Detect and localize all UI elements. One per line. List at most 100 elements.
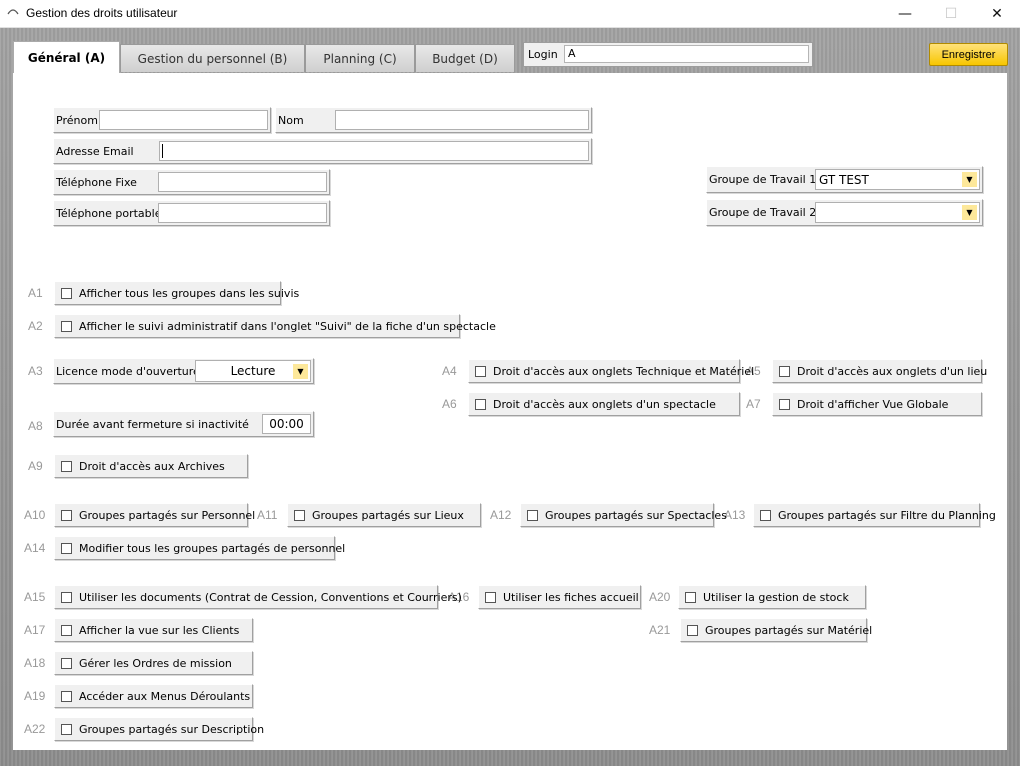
checkbox-box[interactable] — [61, 724, 72, 735]
checkbox-a17[interactable]: Afficher la vue sur les Clients — [54, 618, 253, 642]
checkbox-box[interactable] — [475, 366, 486, 377]
prenom-input[interactable] — [99, 110, 268, 130]
checkbox-label: Modifier tous les groupes partagés de pe… — [79, 541, 346, 555]
tel-fixe-field-group: Téléphone Fixe — [53, 169, 330, 195]
checkbox-label: Groupes partagés sur Lieux — [312, 508, 464, 522]
checkbox-a6[interactable]: Droit d'accès aux onglets d'un spectacle — [468, 392, 740, 416]
window-title: Gestion des droits utilisateur — [26, 6, 178, 20]
licence-label: Licence mode d'ouverture — [56, 364, 200, 378]
checkbox-a11[interactable]: Groupes partagés sur Lieux — [287, 503, 481, 527]
checkbox-label: Droit d'accès aux onglets d'un lieu — [797, 364, 988, 378]
checkbox-label: Utiliser la gestion de stock — [703, 590, 849, 604]
checkbox-box[interactable] — [294, 510, 305, 521]
code-a13: A13 — [724, 508, 746, 522]
checkbox-a5[interactable]: Droit d'accès aux onglets d'un lieu — [772, 359, 987, 383]
checkbox-a12[interactable]: Groupes partagés sur Spectacles — [520, 503, 727, 527]
checkbox-a4[interactable]: Droit d'accès aux onglets Technique et M… — [468, 359, 754, 383]
tab-planning[interactable]: Planning (C) — [305, 44, 415, 72]
checkbox-a21[interactable]: Groupes partagés sur Matériel — [680, 618, 872, 642]
groupe-travail-1-value: GT TEST — [819, 172, 869, 187]
checkbox-a15[interactable]: Utiliser les documents (Contrat de Cessi… — [54, 585, 462, 609]
code-a17: A17 — [24, 623, 46, 637]
checkbox-box[interactable] — [687, 625, 698, 636]
chevron-down-icon[interactable]: ▼ — [962, 172, 977, 187]
close-button[interactable]: ✕ — [974, 0, 1020, 27]
tab-general[interactable]: Général (A) — [13, 41, 120, 74]
checkbox-box[interactable] — [61, 592, 72, 603]
login-input[interactable]: A — [564, 45, 809, 63]
code-a9: A9 — [28, 459, 43, 473]
groupe-travail-2-label: Groupe de Travail 2 — [709, 206, 817, 219]
checkbox-label: Utiliser les documents (Contrat de Cessi… — [79, 590, 462, 604]
code-a22: A22 — [24, 722, 46, 736]
nom-input[interactable] — [335, 110, 589, 130]
prenom-field-group: Prénom — [53, 107, 271, 133]
checkbox-a20[interactable]: Utiliser la gestion de stock — [678, 585, 866, 609]
tel-portable-input[interactable] — [158, 203, 327, 223]
code-a18: A18 — [24, 656, 46, 670]
checkbox-label: Utiliser les fiches accueil — [503, 590, 639, 604]
groupe-travail-2-group: Groupe de Travail 2 ▼ — [706, 199, 983, 226]
checkbox-a16[interactable]: Utiliser les fiches accueil — [478, 585, 641, 609]
chevron-down-icon[interactable]: ▼ — [293, 364, 308, 379]
code-a11: A11 — [257, 508, 278, 522]
checkbox-box[interactable] — [779, 366, 790, 377]
tab-budget[interactable]: Budget (D) — [415, 44, 515, 72]
checkbox-a1[interactable]: Afficher tous les groupes dans les suivi… — [54, 281, 299, 305]
checkbox-box[interactable] — [61, 510, 72, 521]
checkbox-box[interactable] — [760, 510, 771, 521]
checkbox-a2[interactable]: Afficher le suivi administratif dans l'o… — [54, 314, 496, 338]
checkbox-a14[interactable]: Modifier tous les groupes partagés de pe… — [54, 536, 345, 560]
checkbox-label: Droit d'accès aux onglets d'un spectacle — [493, 397, 716, 411]
checkbox-label: Droit d'afficher Vue Globale — [797, 397, 949, 411]
code-a8: A8 — [28, 419, 43, 433]
code-a14: A14 — [24, 541, 46, 555]
checkbox-box[interactable] — [527, 510, 538, 521]
tel-portable-field-group: Téléphone portable — [53, 200, 330, 226]
checkbox-a22[interactable]: Groupes partagés sur Description — [54, 717, 264, 741]
checkbox-a7[interactable]: Droit d'afficher Vue Globale — [772, 392, 982, 416]
checkbox-box[interactable] — [485, 592, 496, 603]
groupe-travail-1-select[interactable]: GT TEST — [815, 169, 980, 190]
checkbox-box[interactable] — [475, 399, 486, 410]
groupe-travail-1-label: Groupe de Travail 1 — [709, 173, 817, 186]
checkbox-label: Groupes partagés sur Description — [79, 722, 265, 736]
licence-value: Lecture — [230, 364, 276, 378]
checkbox-a10[interactable]: Groupes partagés sur Personnel — [54, 503, 255, 527]
checkbox-a9[interactable]: Droit d'accès aux Archives — [54, 454, 248, 478]
checkbox-label: Groupes partagés sur Spectacles — [545, 508, 727, 522]
tel-fixe-input[interactable] — [158, 172, 327, 192]
tel-portable-label: Téléphone portable — [56, 206, 162, 220]
save-button[interactable]: Enregistrer — [929, 43, 1008, 66]
text-caret — [162, 144, 163, 158]
minimize-button[interactable]: — — [882, 0, 928, 27]
chevron-down-icon[interactable]: ▼ — [962, 205, 977, 220]
checkbox-label: Accéder aux Menus Déroulants — [79, 689, 251, 703]
checkbox-a13[interactable]: Groupes partagés sur Filtre du Planning — [753, 503, 996, 527]
email-input[interactable] — [159, 141, 589, 161]
groupe-travail-2-select[interactable] — [815, 202, 980, 223]
checkbox-box[interactable] — [61, 543, 72, 554]
nom-field-group: Nom — [275, 107, 592, 133]
checkbox-a18[interactable]: Gérer les Ordres de mission — [54, 651, 253, 675]
checkbox-box[interactable] — [61, 288, 72, 299]
checkbox-box[interactable] — [685, 592, 696, 603]
timeout-field-group: Durée avant fermeture si inactivité 00:0… — [53, 411, 314, 437]
checkbox-box[interactable] — [61, 658, 72, 669]
tab-gestion-personnel[interactable]: Gestion du personnel (B) — [120, 44, 305, 72]
checkbox-box[interactable] — [61, 691, 72, 702]
checkbox-a19[interactable]: Accéder aux Menus Déroulants — [54, 684, 253, 708]
checkbox-box[interactable] — [779, 399, 790, 410]
checkbox-box[interactable] — [61, 321, 72, 332]
code-a3: A3 — [28, 364, 43, 378]
login-label: Login — [528, 48, 558, 61]
maximize-button: ☐ — [944, 5, 958, 22]
nom-label: Nom — [278, 113, 304, 127]
checkbox-label: Afficher tous les groupes dans les suivi… — [79, 286, 300, 300]
checkbox-box[interactable] — [61, 625, 72, 636]
email-label: Adresse Email — [56, 144, 134, 158]
login-field-group: Login A — [523, 42, 813, 67]
checkbox-box[interactable] — [61, 461, 72, 472]
prenom-label: Prénom — [56, 113, 98, 127]
timeout-input[interactable]: 00:00 — [262, 414, 311, 434]
